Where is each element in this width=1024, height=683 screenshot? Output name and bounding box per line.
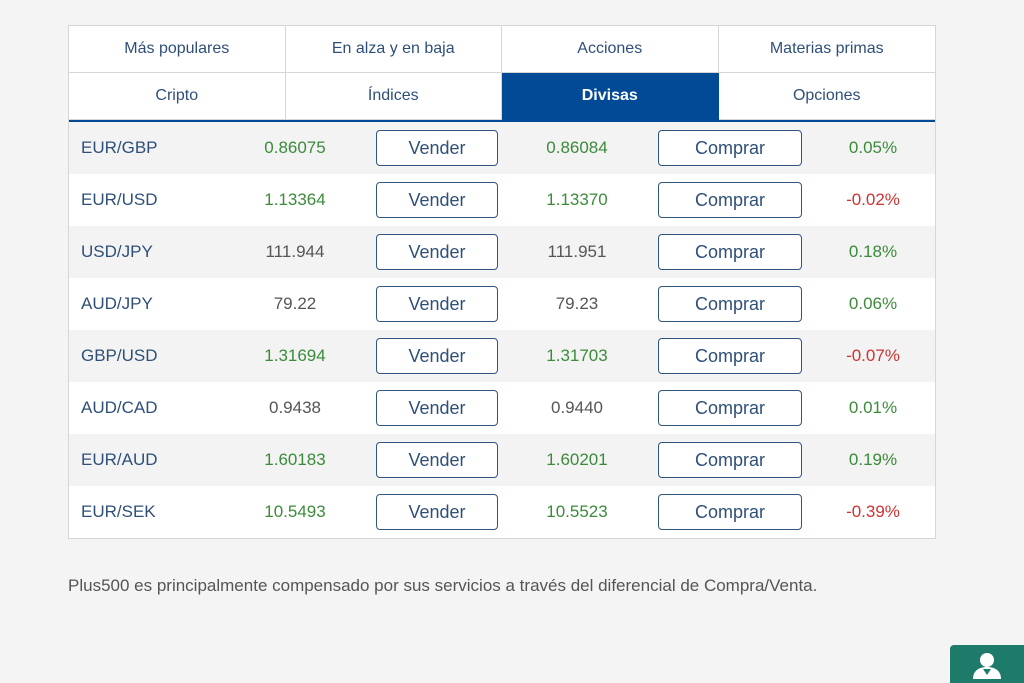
tab-opciones[interactable]: Opciones xyxy=(718,73,935,120)
instrument-widget: Más populares En alza y en baja Acciones… xyxy=(68,25,936,539)
instrument-symbol: AUD/JPY xyxy=(81,294,153,313)
change-percent: 0.19% xyxy=(848,450,898,469)
buy-button[interactable]: Comprar xyxy=(658,390,802,426)
change-percent: 0.01% xyxy=(848,398,898,417)
sell-price: 1.31694 xyxy=(264,346,326,365)
instrument-list: EUR/GBP 0.86075 Vender 0.86084 Comprar 0… xyxy=(69,122,935,538)
sell-button[interactable]: Vender xyxy=(376,182,498,218)
help-button[interactable] xyxy=(950,645,1024,683)
sell-price: 111.944 xyxy=(265,242,325,261)
sell-button[interactable]: Vender xyxy=(376,234,498,270)
change-percent: -0.39% xyxy=(846,502,900,521)
tab-en-alza-y-en-baja[interactable]: En alza y en baja xyxy=(285,26,502,73)
table-row: EUR/USD 1.13364 Vender 1.13370 Comprar -… xyxy=(69,174,935,226)
category-tabs: Más populares En alza y en baja Acciones… xyxy=(69,26,935,120)
user-support-icon xyxy=(973,653,1001,679)
tab-materias-primas[interactable]: Materias primas xyxy=(718,26,935,73)
table-row: AUD/CAD 0.9438 Vender 0.9440 Comprar 0.0… xyxy=(69,382,935,434)
buy-button[interactable]: Comprar xyxy=(658,234,802,270)
change-percent: -0.02% xyxy=(846,190,900,209)
table-row: EUR/SEK 10.5493 Vender 10.5523 Comprar -… xyxy=(69,486,935,538)
disclaimer-text: Plus500 es principalmente compensado por… xyxy=(68,576,818,595)
instrument-symbol: EUR/GBP xyxy=(81,138,158,157)
buy-price: 10.5523 xyxy=(546,502,608,521)
buy-price: 0.9440 xyxy=(551,398,603,417)
sell-price: 1.13364 xyxy=(264,190,326,209)
table-row: USD/JPY 111.944 Vender 111.951 Comprar 0… xyxy=(69,226,935,278)
table-row: GBP/USD 1.31694 Vender 1.31703 Comprar -… xyxy=(69,330,935,382)
sell-price: 79.22 xyxy=(273,294,317,313)
sell-button[interactable]: Vender xyxy=(376,130,498,166)
buy-price: 111.951 xyxy=(547,242,607,261)
sell-price: 1.60183 xyxy=(264,450,326,469)
buy-button[interactable]: Comprar xyxy=(658,130,802,166)
buy-button[interactable]: Comprar xyxy=(658,494,802,530)
sell-price: 10.5493 xyxy=(264,502,326,521)
sell-button[interactable]: Vender xyxy=(376,286,498,322)
change-percent: 0.05% xyxy=(848,138,898,157)
buy-button[interactable]: Comprar xyxy=(658,442,802,478)
instrument-symbol: AUD/CAD xyxy=(81,398,158,417)
buy-price: 1.13370 xyxy=(546,190,608,209)
instrument-symbol: USD/JPY xyxy=(81,242,153,261)
buy-button[interactable]: Comprar xyxy=(658,182,802,218)
table-row: AUD/JPY 79.22 Vender 79.23 Comprar 0.06% xyxy=(69,278,935,330)
tab-mas-populares[interactable]: Más populares xyxy=(69,26,286,73)
instrument-symbol: GBP/USD xyxy=(81,346,158,365)
change-percent: 0.18% xyxy=(848,242,898,261)
table-row: EUR/GBP 0.86075 Vender 0.86084 Comprar 0… xyxy=(69,122,935,174)
instrument-symbol: EUR/USD xyxy=(81,190,158,209)
instrument-symbol: EUR/AUD xyxy=(81,450,158,469)
sell-price: 0.9438 xyxy=(269,398,321,417)
buy-price: 1.60201 xyxy=(546,450,608,469)
instrument-symbol: EUR/SEK xyxy=(81,502,156,521)
sell-button[interactable]: Vender xyxy=(376,442,498,478)
table-row: EUR/AUD 1.60183 Vender 1.60201 Comprar 0… xyxy=(69,434,935,486)
buy-button[interactable]: Comprar xyxy=(658,338,802,374)
tab-indices[interactable]: Índices xyxy=(285,73,502,120)
buy-button[interactable]: Comprar xyxy=(658,286,802,322)
buy-price: 0.86084 xyxy=(546,138,608,157)
change-percent: -0.07% xyxy=(846,346,900,365)
sell-button[interactable]: Vender xyxy=(376,494,498,530)
sell-button[interactable]: Vender xyxy=(376,338,498,374)
sell-button[interactable]: Vender xyxy=(376,390,498,426)
buy-price: 79.23 xyxy=(555,294,599,313)
buy-price: 1.31703 xyxy=(546,346,608,365)
change-percent: 0.06% xyxy=(848,294,898,313)
sell-price: 0.86075 xyxy=(264,138,326,157)
tab-acciones[interactable]: Acciones xyxy=(502,26,719,73)
tab-divisas[interactable]: Divisas xyxy=(502,73,719,120)
tab-cripto[interactable]: Cripto xyxy=(69,73,286,120)
